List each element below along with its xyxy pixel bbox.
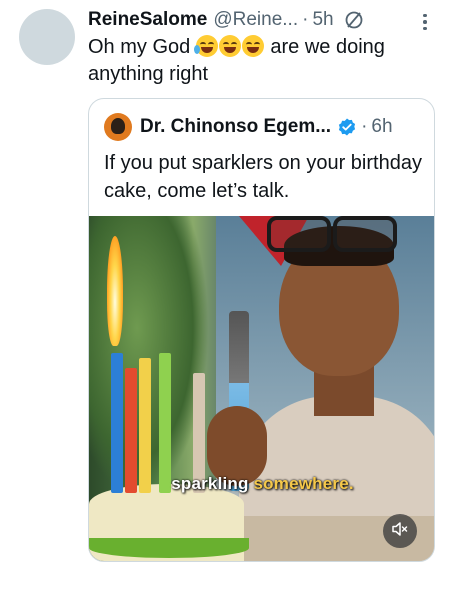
video-candle — [139, 358, 151, 493]
video-glasses — [267, 216, 407, 252]
quoted-tweet-time[interactable]: 6h — [371, 116, 392, 138]
speaker-muted-icon — [391, 520, 409, 543]
video-player[interactable]: sparkling somewhere. — [89, 216, 434, 561]
video-caption: sparkling somewhere. — [89, 474, 434, 494]
tweet-text: Oh my God are we doing anything right — [88, 34, 428, 88]
quoted-tweet-text: If you put sparklers on your birthday ca… — [104, 152, 422, 202]
author-name[interactable]: ReineSalome — [88, 8, 207, 32]
verified-badge-icon — [337, 117, 357, 137]
quoted-author-name[interactable]: Dr. Chinonso Egem... — [140, 116, 331, 138]
video-candle — [111, 353, 123, 493]
face-with-tears-of-joy-emoji — [218, 35, 241, 57]
video-sparkler-flame — [107, 236, 123, 346]
author-avatar[interactable] — [19, 9, 75, 65]
quoted-tweet-card[interactable]: Dr. Chinonso Egem... · 6h If you put spa… — [88, 98, 435, 562]
tweet-time[interactable]: 5h — [312, 8, 333, 32]
quoted-author-avatar[interactable] — [104, 113, 132, 141]
face-with-tears-of-joy-emoji — [241, 35, 264, 57]
separator-dot: · — [302, 9, 309, 30]
video-caption-highlight: somewhere. — [253, 474, 354, 493]
quoted-tweet-header: Dr. Chinonso Egem... · 6h — [104, 113, 393, 141]
separator-dot: · — [361, 116, 368, 137]
edited-icon — [344, 10, 364, 30]
author-handle[interactable]: @Reine... — [213, 8, 298, 32]
loudly-crying-face-emoji — [193, 35, 218, 57]
video-caption-word: sparkling — [171, 474, 249, 493]
mute-button[interactable] — [383, 514, 417, 548]
more-options-icon[interactable] — [413, 10, 437, 34]
video-candle — [159, 353, 171, 493]
video-cake-board — [89, 538, 249, 558]
tweet-header: ReineSalome @Reine... · 5h — [88, 6, 438, 34]
tweet-text-prefix: Oh my God — [88, 36, 191, 58]
